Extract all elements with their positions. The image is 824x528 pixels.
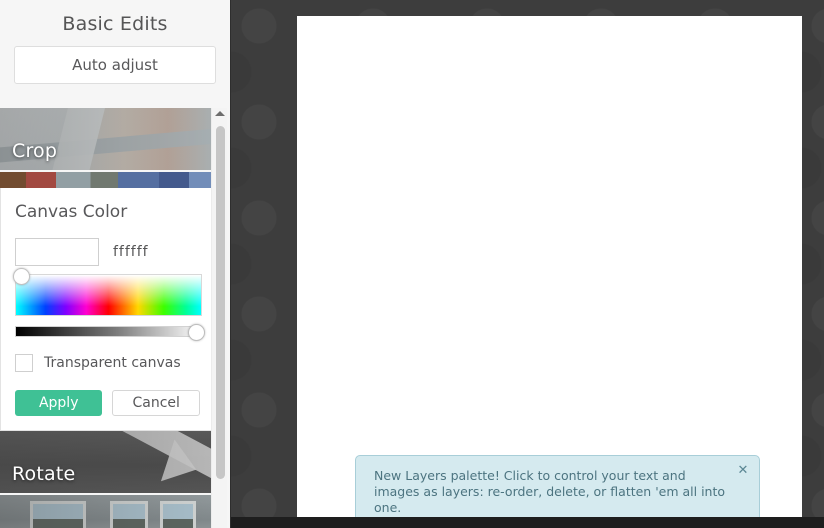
canvas-color-title: Canvas Color bbox=[15, 202, 128, 222]
transparent-canvas-checkbox[interactable] bbox=[15, 354, 33, 372]
image-canvas[interactable] bbox=[297, 16, 802, 520]
lightness-slider-handle[interactable] bbox=[188, 324, 205, 341]
color-swatch-preview[interactable] bbox=[15, 238, 99, 266]
page-title: Basic Edits bbox=[62, 13, 168, 35]
transparent-canvas-row[interactable]: Transparent canvas bbox=[15, 354, 200, 372]
canvas-color-actions: Apply Cancel bbox=[15, 390, 200, 416]
apply-button[interactable]: Apply bbox=[15, 390, 103, 416]
exposure-thumbnail-overlay bbox=[0, 495, 215, 528]
sidebar-item-label-crop: Crop bbox=[12, 140, 58, 162]
app-root: Basic Edits Auto adjust Crop Canvas Colo… bbox=[0, 0, 824, 528]
canvas-color-panel: Canvas Color ffffff Transparent canvas A… bbox=[0, 188, 215, 431]
scrollbar-thumb[interactable] bbox=[216, 126, 225, 479]
auto-adjust-container: Auto adjust bbox=[0, 46, 230, 84]
caret-up-icon[interactable] bbox=[215, 111, 225, 116]
auto-adjust-button[interactable]: Auto adjust bbox=[14, 46, 216, 84]
lightness-slider-track[interactable] bbox=[15, 326, 202, 337]
canvas-color-swatch-row: ffffff bbox=[15, 238, 200, 266]
transparent-canvas-label: Transparent canvas bbox=[44, 355, 181, 371]
edit-sections-list[interactable]: Crop Canvas Color ffffff Transparent can… bbox=[0, 108, 230, 528]
lightness-slider-area bbox=[15, 324, 205, 341]
section-thumbnail-strip bbox=[0, 172, 215, 188]
sidebar-scrollbar[interactable] bbox=[211, 108, 227, 528]
sidebar-item-crop[interactable]: Crop bbox=[0, 108, 215, 170]
workspace-area: New Layers palette! Click to control you… bbox=[230, 0, 824, 528]
hex-value-text: ffffff bbox=[113, 244, 149, 260]
color-picker-handle[interactable] bbox=[13, 268, 30, 285]
color-picker-area bbox=[13, 268, 202, 316]
tooltip-text: New Layers palette! Click to control you… bbox=[374, 468, 726, 515]
sidebar-item-exposure[interactable]: Exposure bbox=[0, 495, 215, 528]
basic-edits-sidebar: Basic Edits Auto adjust Crop Canvas Colo… bbox=[0, 0, 230, 528]
hue-saturation-gradient[interactable] bbox=[15, 274, 202, 316]
close-icon[interactable]: ✕ bbox=[736, 464, 750, 478]
cancel-button[interactable]: Cancel bbox=[112, 390, 200, 416]
bottom-toolbar bbox=[231, 517, 824, 528]
sidebar-item-rotate[interactable]: Rotate bbox=[0, 431, 215, 493]
sidebar-item-label-rotate: Rotate bbox=[12, 463, 76, 485]
